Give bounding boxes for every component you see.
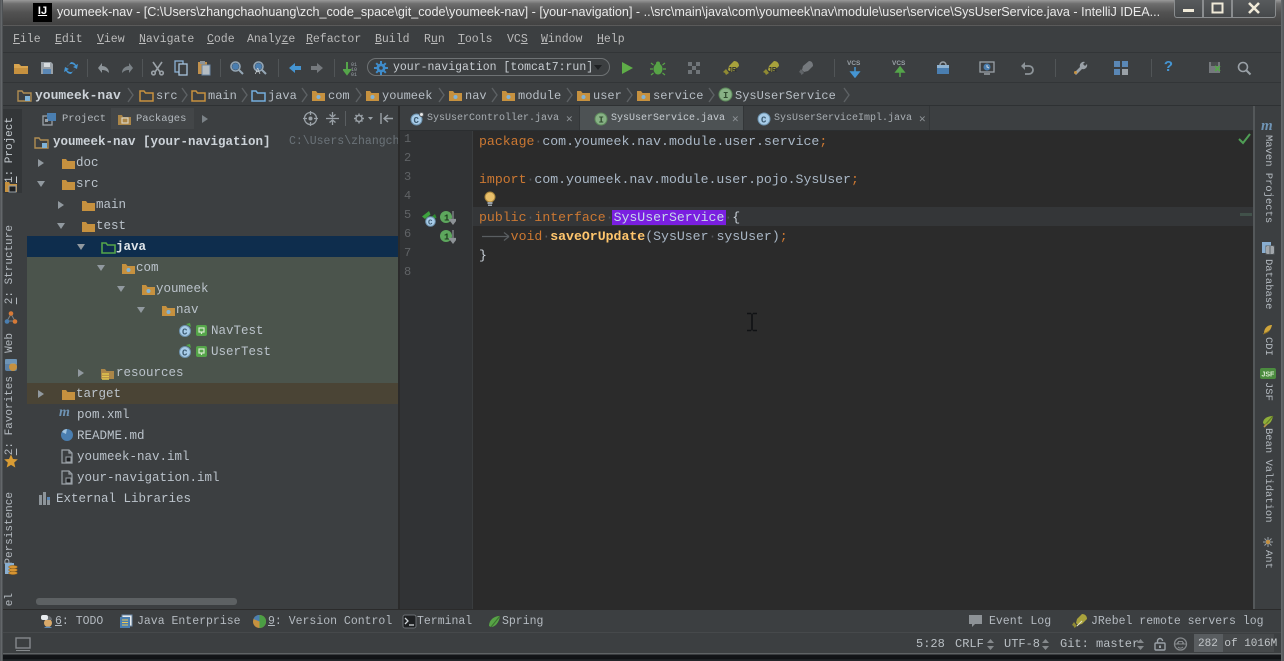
svg-text:A: A <box>255 67 261 76</box>
svg-text:01: 01 <box>351 72 357 76</box>
svg-text:C: C <box>761 116 767 126</box>
svg-text:JR: JR <box>728 67 737 74</box>
svg-text:JSF: JSF <box>1262 372 1276 379</box>
svg-text:C: C <box>414 116 420 126</box>
svg-text:VCS: VCS <box>892 60 906 67</box>
svg-text:JR: JR <box>768 67 777 74</box>
svg-text:1: 1 <box>444 233 450 243</box>
svg-text:1: 1 <box>444 214 450 224</box>
svg-text:C: C <box>428 220 433 228</box>
svg-text:I: I <box>723 91 728 101</box>
svg-text:VCS: VCS <box>847 60 861 67</box>
svg-text:I: I <box>599 116 604 126</box>
